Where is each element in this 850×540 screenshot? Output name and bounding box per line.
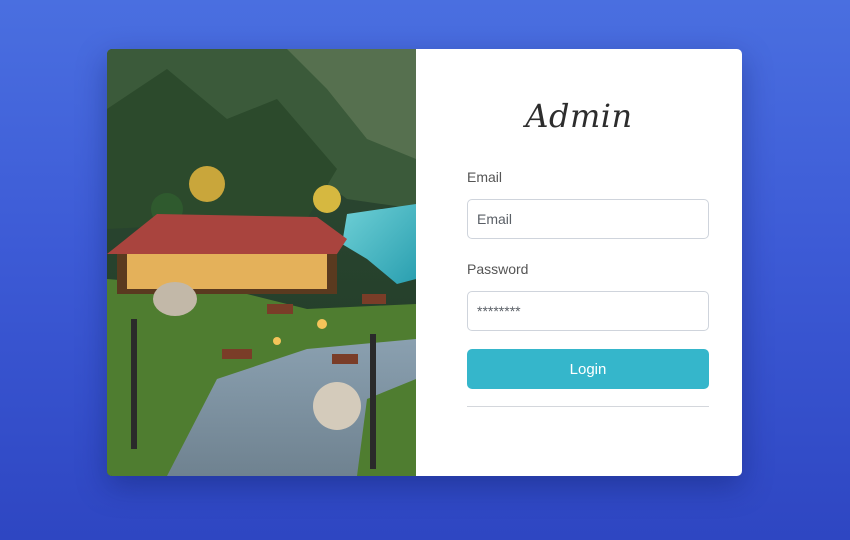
login-card: Admin Email Password Login bbox=[107, 49, 742, 476]
email-label: Email bbox=[467, 169, 503, 185]
login-button[interactable]: Login bbox=[467, 349, 709, 389]
password-field[interactable] bbox=[467, 291, 709, 331]
email-field[interactable] bbox=[467, 199, 709, 239]
password-label: Password bbox=[467, 261, 529, 277]
login-form: Admin Email Password Login bbox=[416, 49, 742, 476]
resort-photo bbox=[107, 49, 416, 476]
divider bbox=[467, 406, 709, 407]
page-title: Admin bbox=[525, 97, 633, 135]
